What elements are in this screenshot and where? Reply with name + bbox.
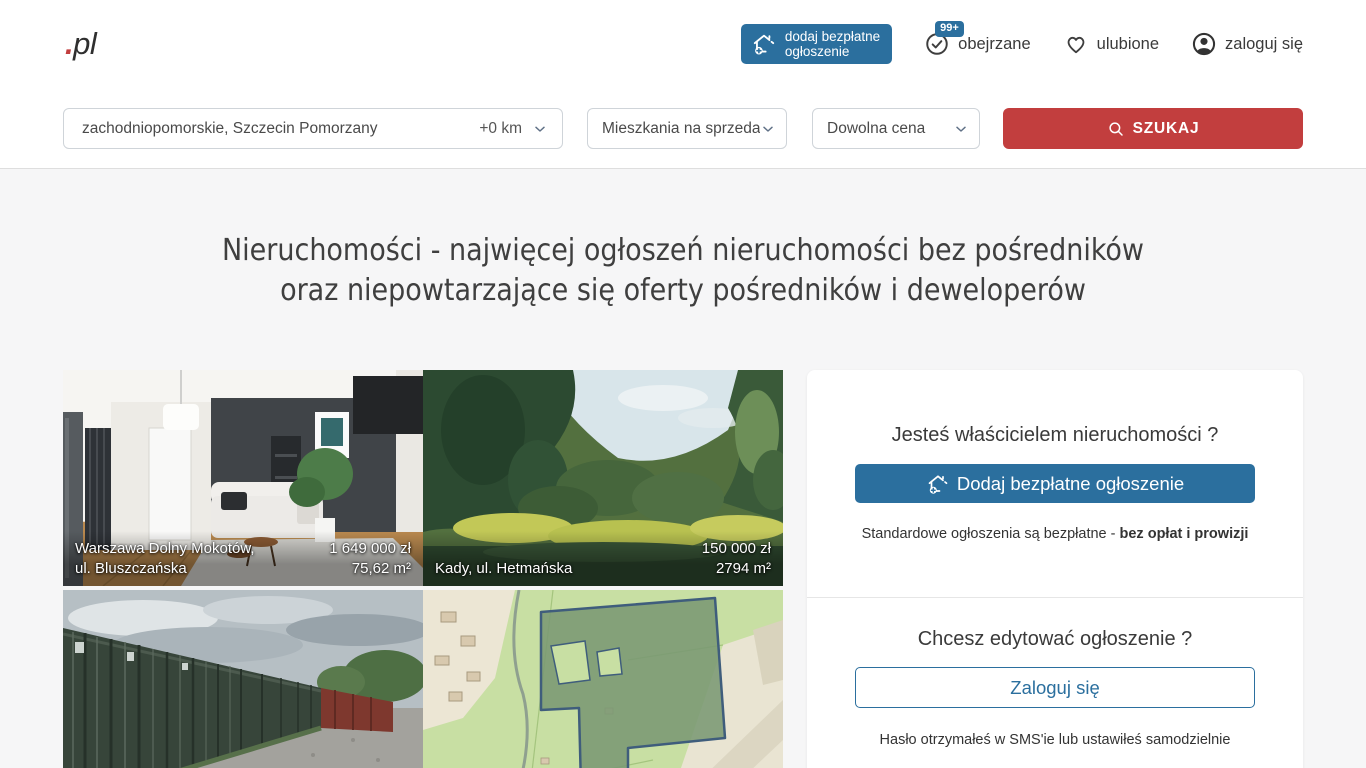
nav-favorites[interactable]: ulubione	[1063, 31, 1159, 57]
search-button-label: SZUKAJ	[1133, 120, 1200, 138]
header: adresowo.pl dodaj bezpłatne ogłoszenie	[0, 0, 1366, 88]
listing-photo-cadastral-map	[423, 590, 783, 768]
login-button[interactable]: Zaloguj się	[855, 667, 1255, 708]
listing-photo-storage-containers	[63, 590, 423, 768]
nav-viewed[interactable]: 99+ obejrzane	[924, 31, 1030, 57]
login-button-label: Zaloguj się	[1010, 677, 1099, 698]
logo-dot: .	[65, 26, 73, 61]
logo-tld: pl	[73, 26, 96, 61]
nav-login[interactable]: zaloguj się	[1191, 31, 1303, 57]
search-bar: zachodniopomorskie, Szczecin Pomorzany +…	[0, 88, 1366, 169]
heart-icon	[1063, 31, 1089, 57]
listing-card[interactable]: Kady, ul. Hetmańska 150 000 zł 2794 m²	[423, 370, 783, 586]
nav-favorites-label: ulubione	[1097, 35, 1159, 54]
house-plus-icon	[926, 472, 950, 496]
listing-caption: Warszawa Dolny Mokotów, ul. Bluszczańska…	[63, 531, 423, 586]
listing-caption: Kady, ul. Hetmańska 150 000 zł 2794 m²	[423, 531, 783, 586]
radius-value: +0 km	[479, 120, 522, 138]
category-select[interactable]: Mieszkania na sprzeda	[587, 108, 787, 149]
price-select[interactable]: Dowolna cena	[812, 108, 980, 149]
price-value: Dowolna cena	[827, 120, 953, 138]
search-button[interactable]: SZUKAJ	[1003, 108, 1303, 149]
viewed-count-badge: 99+	[935, 21, 964, 37]
main-content: Nieruchomości - najwięcej ogłoszeń nieru…	[0, 169, 1366, 768]
chevron-down-icon	[760, 121, 776, 137]
owner-panel-note: Standardowe ogłoszenia są bezpłatne - be…	[807, 526, 1303, 542]
owner-note-bold: bez opłat i prowizji	[1120, 526, 1249, 542]
location-value: zachodniopomorskie, Szczecin Pomorzany	[82, 120, 479, 138]
listing-location: Kady, ul. Hetmańska	[435, 559, 572, 579]
location-input[interactable]: zachodniopomorskie, Szczecin Pomorzany +…	[63, 108, 563, 149]
site-logo[interactable]: adresowo.pl	[65, 26, 96, 62]
owner-panel: Jesteś właścicielem nieruchomości ? Doda…	[807, 370, 1303, 768]
listing-location-2: ul. Bluszczańska	[75, 559, 255, 579]
listing-price: 150 000 zł	[702, 539, 771, 559]
listing-card[interactable]: Nowa Jastrząbka 300 000 zł	[423, 590, 783, 768]
header-nav: dodaj bezpłatne ogłoszenie 99+ obejrzane	[741, 24, 1303, 64]
listing-grid: Warszawa Dolny Mokotów, ul. Bluszczańska…	[63, 370, 783, 768]
page-title: Nieruchomości - najwięcej ogłoszeń nieru…	[0, 231, 1366, 311]
nav-viewed-label: obejrzane	[958, 35, 1030, 54]
listing-area: 75,62 m²	[329, 559, 411, 579]
add-free-listing-button[interactable]: Dodaj bezpłatne ogłoszenie	[855, 464, 1255, 503]
listing-card[interactable]: Kraków Prądnik Biały, ul. 700 zł	[63, 590, 423, 768]
user-icon	[1191, 31, 1217, 57]
homepage: adresowo.pl dodaj bezpłatne ogłoszenie	[0, 0, 1366, 768]
chevron-down-icon	[953, 121, 969, 137]
house-plus-icon	[751, 31, 777, 57]
add-free-listing-label: Dodaj bezpłatne ogłoszenie	[957, 473, 1184, 495]
owner-panel-title: Jesteś właścicielem nieruchomości ?	[807, 424, 1303, 447]
listing-price: 1 649 000 zł	[329, 539, 411, 559]
add-listing-button[interactable]: dodaj bezpłatne ogłoszenie	[741, 24, 892, 64]
listing-card[interactable]: Warszawa Dolny Mokotów, ul. Bluszczańska…	[63, 370, 423, 586]
add-listing-label: dodaj bezpłatne ogłoszenie	[785, 29, 880, 59]
search-icon	[1107, 120, 1125, 138]
panel-divider	[807, 597, 1303, 598]
category-value: Mieszkania na sprzeda	[602, 120, 760, 138]
listing-area: 2794 m²	[702, 559, 771, 579]
edit-panel-title: Chcesz edytować ogłoszenie ?	[807, 628, 1303, 651]
chevron-down-icon	[532, 121, 548, 137]
nav-login-label: zaloguj się	[1225, 35, 1303, 54]
edit-panel-note: Hasło otrzymałeś w SMS'ie lub ustawiłeś …	[807, 732, 1303, 748]
listing-location: Warszawa Dolny Mokotów,	[75, 539, 255, 559]
